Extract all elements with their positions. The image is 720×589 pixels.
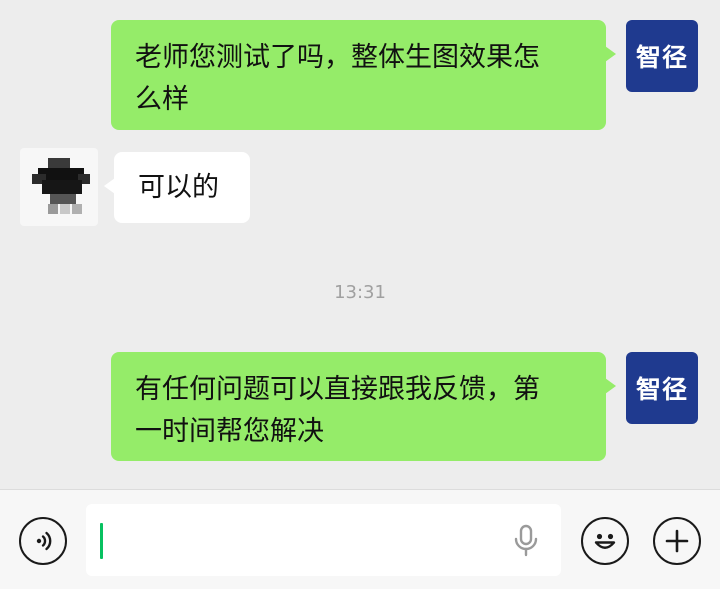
plus-icon	[665, 529, 689, 553]
voice-toggle-button[interactable]	[19, 517, 67, 565]
avatar-label: 智径	[635, 43, 688, 72]
avatar-label: 智径	[635, 375, 688, 404]
message-text-line: 有任何问题可以直接跟我反馈，第	[135, 374, 540, 405]
message-text-line: 老师您测试了吗，整体生图效果怎	[135, 42, 540, 73]
message-text: 可以的	[138, 172, 219, 203]
message-input[interactable]	[86, 504, 561, 576]
my-avatar[interactable]: 智径	[626, 352, 698, 424]
message-text-line: 么样	[135, 84, 189, 115]
microphone-icon[interactable]	[512, 524, 540, 558]
emoji-icon	[594, 533, 616, 549]
text-caret	[100, 523, 103, 559]
chat-area: 老师您测试了吗，整体生图效果怎 么样 智径 可以的 13:31 有任何问题可以直…	[0, 0, 720, 489]
outgoing-message-bubble[interactable]: 有任何问题可以直接跟我反馈，第 一时间帮您解决	[111, 352, 616, 461]
contact-avatar[interactable]	[20, 148, 98, 226]
more-functions-button[interactable]	[653, 517, 701, 565]
voice-icon	[36, 531, 52, 551]
emoji-button[interactable]	[581, 517, 629, 565]
message-text-line: 一时间帮您解决	[135, 416, 324, 447]
my-avatar[interactable]: 智径	[626, 20, 698, 92]
input-toolbar	[0, 489, 720, 589]
message-timestamp: 13:31	[334, 282, 386, 303]
outgoing-message-bubble[interactable]: 老师您测试了吗，整体生图效果怎 么样	[111, 20, 616, 130]
incoming-message-bubble[interactable]: 可以的	[104, 152, 250, 223]
